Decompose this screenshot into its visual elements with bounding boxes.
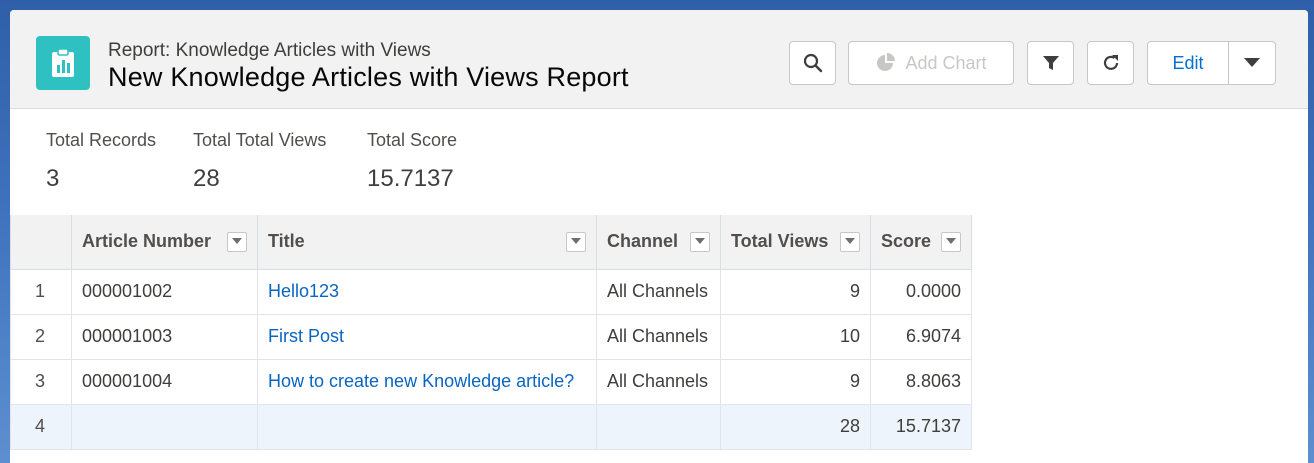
report-icon [36, 36, 90, 90]
article-number-cell: 000001003 [71, 313, 258, 360]
chevron-down-icon [946, 238, 956, 245]
report-card: Report: Knowledge Articles with Views Ne… [10, 10, 1308, 463]
total-records-metric: Total Records 3 [46, 130, 156, 193]
search-icon [803, 53, 822, 73]
column-menu-button[interactable] [840, 231, 860, 252]
more-actions-button[interactable] [1229, 42, 1275, 84]
row-number: 4 [10, 403, 72, 450]
metric-value: 15.7137 [367, 165, 454, 192]
column-header-label: Article Number [82, 231, 212, 252]
total-views-cell: 10 [720, 313, 871, 360]
report-table: Article Number Title Channel Total Views… [10, 215, 972, 450]
report-header: Report: Knowledge Articles with Views Ne… [10, 10, 1308, 109]
table-row: 3 000001004 How to create new Knowledge … [10, 358, 972, 405]
row-number: 3 [10, 358, 72, 405]
column-menu-button[interactable] [941, 231, 961, 252]
filter-icon [1042, 56, 1059, 70]
chevron-down-icon [845, 238, 855, 245]
column-header-label: Title [268, 231, 305, 252]
empty-cell [257, 403, 597, 450]
filter-button[interactable] [1027, 41, 1074, 85]
score-cell: 0.0000 [870, 268, 972, 315]
total-score-metric: Total Score 15.7137 [367, 130, 457, 193]
metric-label: Total Total Views [193, 130, 327, 150]
article-title-link[interactable]: First Post [268, 326, 344, 346]
column-menu-button[interactable] [566, 231, 586, 252]
column-header-label: Score [881, 231, 932, 252]
refresh-button[interactable] [1087, 41, 1134, 85]
title-cell: First Post [257, 313, 597, 360]
channel-cell: All Channels [596, 358, 721, 405]
search-button[interactable] [789, 41, 836, 85]
column-header-article-number[interactable]: Article Number [71, 215, 258, 270]
metric-label: Total Score [367, 130, 458, 150]
column-header-label: Total Views [731, 231, 829, 252]
total-views-total: 28 [720, 403, 871, 450]
table-row: 1 000001002 Hello123 All Channels 9 0.00… [10, 268, 972, 315]
metric-value: 28 [193, 165, 220, 192]
chevron-down-icon [695, 238, 705, 245]
table-row: 2 000001003 First Post All Channels 10 6… [10, 313, 972, 360]
add-chart-label: Add Chart [905, 52, 987, 73]
chevron-down-icon [232, 238, 242, 245]
column-header-channel[interactable]: Channel [596, 215, 721, 270]
empty-cell [596, 403, 721, 450]
column-header-title[interactable]: Title [257, 215, 597, 270]
score-cell: 6.9074 [870, 313, 972, 360]
total-views-metric: Total Total Views 28 [193, 130, 326, 193]
chart-icon [877, 53, 896, 71]
column-menu-button[interactable] [690, 231, 710, 252]
row-number-header [10, 215, 72, 270]
add-chart-button[interactable]: Add Chart [848, 41, 1014, 85]
article-number-cell: 000001004 [71, 358, 258, 405]
chevron-down-icon [1244, 58, 1260, 67]
refresh-icon [1103, 55, 1118, 70]
row-number: 2 [10, 313, 72, 360]
report-type: Report: Knowledge Articles with Views [108, 40, 431, 61]
column-menu-button[interactable] [227, 231, 247, 252]
score-total: 15.7137 [870, 403, 972, 450]
row-number: 1 [10, 268, 72, 315]
channel-cell: All Channels [596, 313, 721, 360]
title-cell: How to create new Knowledge article? [257, 358, 597, 405]
column-header-label: Channel [607, 231, 679, 252]
article-title-link[interactable]: How to create new Knowledge article? [268, 371, 574, 391]
metric-value: 3 [46, 165, 60, 192]
empty-cell [71, 403, 258, 450]
total-views-cell: 9 [720, 358, 871, 405]
edit-button[interactable]: Edit [1148, 42, 1229, 84]
column-header-score[interactable]: Score [870, 215, 972, 270]
score-cell: 8.8063 [870, 358, 972, 405]
grand-total-row: 4 28 15.7137 [10, 403, 972, 450]
article-number-cell: 000001002 [71, 268, 258, 315]
title-cell: Hello123 [257, 268, 597, 315]
column-header-total-views[interactable]: Total Views [720, 215, 871, 270]
channel-cell: All Channels [596, 268, 721, 315]
summary-bar: Total Records 3 Total Total Views 28 Tot… [10, 108, 1308, 215]
metric-label: Total Records [46, 130, 157, 150]
article-title-link[interactable]: Hello123 [268, 281, 339, 301]
page-title: New Knowledge Articles with Views Report [108, 62, 629, 92]
chevron-down-icon [571, 238, 581, 245]
total-views-cell: 9 [720, 268, 871, 315]
edit-button-group: Edit [1147, 41, 1276, 85]
